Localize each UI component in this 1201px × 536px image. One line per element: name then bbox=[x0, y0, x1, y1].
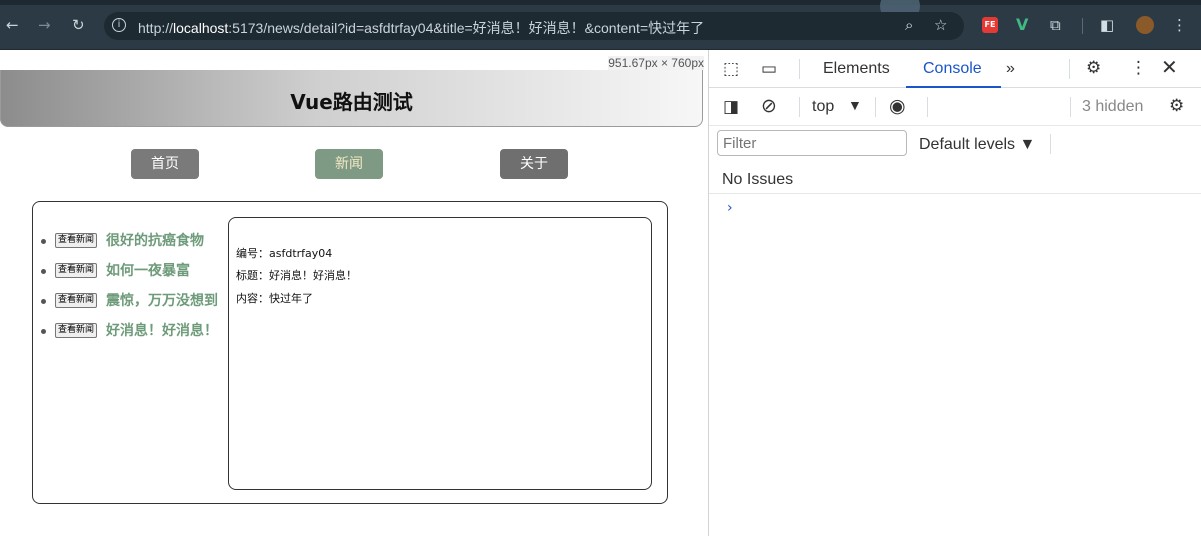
tab-strip bbox=[0, 0, 1201, 5]
toolbar-separator bbox=[1070, 97, 1071, 117]
settings-gear-icon[interactable]: ⚙ bbox=[1086, 59, 1101, 77]
detail-title: 标题：好消息！好消息！ bbox=[236, 269, 357, 282]
console-filter[interactable] bbox=[717, 130, 907, 156]
view-news-button[interactable]: 查看新闻 bbox=[55, 323, 98, 338]
filter-input[interactable] bbox=[718, 131, 906, 155]
device-toolbar-icon[interactable]: ▭ bbox=[761, 60, 777, 78]
side-panel-icon[interactable]: ◧ bbox=[1100, 17, 1114, 33]
bullet bbox=[41, 329, 46, 334]
issues-status: No Issues bbox=[722, 171, 794, 188]
page-title: Vue路由测试 bbox=[290, 90, 413, 114]
page-header: Vue路由测试 bbox=[0, 70, 703, 127]
toolbar-separator bbox=[875, 97, 876, 117]
toolbar-separator bbox=[927, 97, 928, 117]
devtools-tab-bar: ⬚ ▭ Elements Console » ⚙ ⋮ ✕ bbox=[709, 50, 1201, 88]
toolbar-separator bbox=[799, 97, 800, 117]
profile-avatar[interactable] bbox=[1136, 16, 1154, 34]
devtools-panel: ⬚ ▭ Elements Console » ⚙ ⋮ ✕ ◨ ⊘ top ▼ ◉… bbox=[708, 50, 1201, 536]
console-settings-icon[interactable]: ⚙ bbox=[1169, 97, 1184, 115]
close-icon[interactable]: ✕ bbox=[1161, 57, 1178, 77]
bullet bbox=[41, 239, 46, 244]
extensions-puzzle-icon[interactable]: ⧉ bbox=[1050, 17, 1061, 33]
toolbar-separator bbox=[1082, 18, 1083, 34]
tab-separator bbox=[799, 59, 800, 79]
clear-console-icon[interactable]: ⊘ bbox=[761, 97, 777, 116]
vue-devtools-icon[interactable]: V bbox=[1016, 15, 1028, 34]
console-toolbar: ◨ ⊘ top ▼ ◉ 3 hidden ⚙ bbox=[709, 88, 1201, 126]
chevron-down-icon[interactable]: ▼ bbox=[848, 97, 862, 113]
console-prompt-icon[interactable]: › bbox=[727, 200, 733, 216]
fe-extension-icon[interactable]: FE bbox=[982, 17, 998, 33]
log-levels-dropdown[interactable]: Default levels ▼ bbox=[919, 136, 1035, 154]
news-link[interactable]: 好消息！好消息！ bbox=[106, 320, 218, 340]
nav-about-button[interactable]: 关于 bbox=[500, 149, 568, 179]
back-icon[interactable]: ← bbox=[6, 16, 19, 34]
url-scheme: http:// bbox=[138, 20, 174, 36]
tab-console[interactable]: Console bbox=[923, 60, 982, 78]
bullet bbox=[41, 269, 46, 274]
site-info-icon[interactable]: i bbox=[112, 18, 126, 32]
console-divider bbox=[709, 193, 1201, 194]
browser-toolbar: ← → ↻ i http://localhost:5173/news/detai… bbox=[0, 0, 1201, 50]
news-link[interactable]: 很好的抗癌食物 bbox=[106, 230, 204, 250]
tab-separator bbox=[1069, 59, 1070, 79]
page-viewport: 951.67px × 760px Vue路由测试 首页 新闻 关于 查看新闻 很… bbox=[0, 50, 708, 536]
menu-icon[interactable]: ⋮ bbox=[1172, 17, 1187, 33]
news-link[interactable]: 如何一夜暴富 bbox=[106, 260, 190, 280]
view-news-button[interactable]: 查看新闻 bbox=[55, 293, 98, 308]
reload-icon[interactable]: ↻ bbox=[72, 16, 85, 34]
hidden-count[interactable]: 3 hidden bbox=[1082, 98, 1143, 116]
bullet bbox=[41, 299, 46, 304]
detail-id: 编号：asfdtrfay04 bbox=[236, 247, 333, 260]
view-news-button[interactable]: 查看新闻 bbox=[55, 263, 98, 278]
toolbar-separator bbox=[1050, 134, 1051, 154]
zoom-icon[interactable]: ⌕ bbox=[905, 17, 913, 33]
nav-news-button[interactable]: 新闻 bbox=[315, 149, 383, 179]
news-link[interactable]: 震惊，万万没想到 bbox=[106, 290, 218, 310]
url-text[interactable]: http://localhost:5173/news/detail?id=asf… bbox=[138, 18, 704, 38]
url-host: localhost bbox=[173, 20, 229, 36]
sidebar-toggle-icon[interactable]: ◨ bbox=[723, 98, 739, 116]
live-expression-eye-icon[interactable]: ◉ bbox=[889, 97, 906, 116]
dimensions-badge: 951.67px × 760px bbox=[608, 56, 704, 70]
context-selector[interactable]: top bbox=[812, 98, 834, 116]
inspect-element-icon[interactable]: ⬚ bbox=[723, 60, 739, 78]
detail-content: 内容：快过年了 bbox=[236, 292, 313, 305]
tab-elements[interactable]: Elements bbox=[823, 60, 890, 78]
kebab-menu-icon[interactable]: ⋮ bbox=[1130, 59, 1147, 77]
more-tabs-button[interactable]: » bbox=[1006, 60, 1015, 78]
url-path: :5173/news/detail?id=asfdtrfay04&title=好… bbox=[228, 20, 705, 36]
view-news-button[interactable]: 查看新闻 bbox=[55, 233, 98, 248]
forward-icon[interactable]: → bbox=[38, 16, 51, 34]
nav-home-button[interactable]: 首页 bbox=[131, 149, 199, 179]
bookmark-star-icon[interactable]: ☆ bbox=[934, 17, 947, 33]
